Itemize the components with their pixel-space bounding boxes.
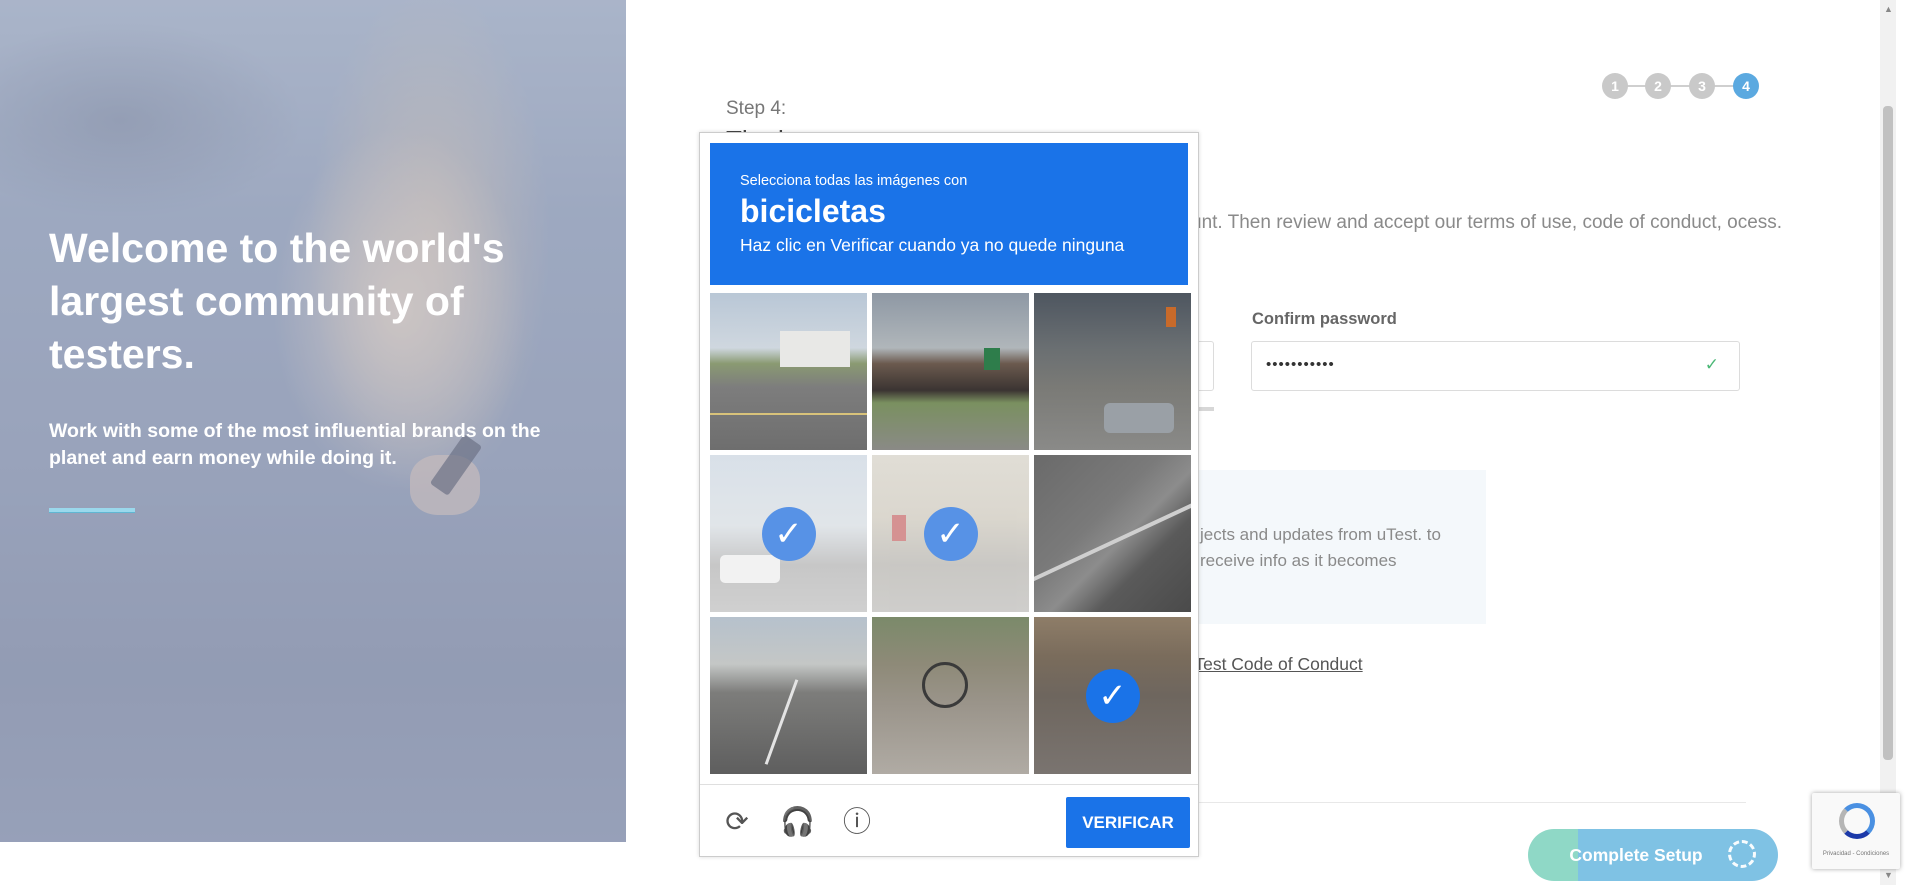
step-3: 3: [1689, 73, 1715, 99]
step-1: 1: [1602, 73, 1628, 99]
valid-check-icon: ✓: [1704, 355, 1719, 374]
captcha-tile-5[interactable]: ✓: [872, 455, 1029, 612]
captcha-tile-2[interactable]: [872, 293, 1029, 450]
complete-setup-label: Complete Setup: [1569, 845, 1703, 865]
scrollbar-thumb[interactable]: [1883, 106, 1893, 760]
scroll-down-icon[interactable]: ▼: [1884, 870, 1893, 880]
complete-setup-button[interactable]: Complete Setup: [1528, 829, 1778, 881]
checked-icon: ✓: [1085, 668, 1140, 723]
captcha-image-grid: ✓ ✓ ✓: [710, 293, 1191, 777]
step-2: 2: [1645, 73, 1671, 99]
loading-spinner-icon: [1728, 840, 1756, 868]
confirm-password-label: Confirm password: [1252, 310, 1397, 328]
verify-button[interactable]: VERIFICAR: [1066, 797, 1190, 848]
captcha-tile-9[interactable]: ✓: [1034, 617, 1191, 774]
info-text: jects and updates from uTest. to receive…: [1200, 525, 1441, 570]
captcha-dialog: Selecciona todas las imágenes con bicicl…: [699, 132, 1199, 857]
reload-icon[interactable]: ⟳: [720, 805, 754, 839]
recaptcha-badge[interactable]: Privacidad - Condiciones: [1812, 793, 1900, 869]
confirm-password-value: •••••••••••: [1266, 356, 1335, 373]
hero-panel: Welcome to the world's largest community…: [0, 0, 626, 842]
info-icon[interactable]: ⓘ: [840, 805, 874, 839]
captcha-tile-8[interactable]: [872, 617, 1029, 774]
selected-check-icon: ✓: [923, 506, 978, 561]
intro-line: unt. Then review and accept our terms of…: [1191, 212, 1783, 233]
headphones-icon[interactable]: 🎧: [780, 805, 815, 839]
code-of-conduct-link[interactable]: uTest Code of Conduct: [1185, 654, 1363, 674]
hero-title: Welcome to the world's largest community…: [49, 225, 505, 377]
captcha-tile-7[interactable]: [710, 617, 867, 774]
recaptcha-logo-icon: [1839, 803, 1875, 839]
recaptcha-badge-text: Privacidad - Condiciones: [1822, 851, 1890, 857]
step-4: 4: [1733, 73, 1759, 99]
selected-check-icon: ✓: [761, 506, 816, 561]
confirm-password-field[interactable]: ••••••••••• ✓: [1251, 341, 1740, 391]
captcha-tile-3[interactable]: [1034, 293, 1191, 450]
captcha-hint: Haz clic en Verificar cuando ya no quede…: [740, 235, 1125, 255]
hero-accent-line: [49, 508, 135, 513]
scroll-up-icon[interactable]: ▲: [1884, 4, 1893, 14]
page-scrollbar[interactable]: ▲ ▼: [1880, 0, 1896, 885]
captcha-tile-6[interactable]: [1034, 455, 1191, 612]
captcha-tile-4[interactable]: ✓: [710, 455, 867, 612]
stepper-bar: [1615, 85, 1745, 87]
captcha-target: bicicletas: [740, 193, 886, 229]
progress-stepper: 1 2 3 4: [1602, 73, 1762, 99]
captcha-footer-divider: [700, 784, 1198, 785]
hero-subtitle: Work with some of the most influential b…: [49, 420, 541, 469]
step-label: Step 4:: [726, 98, 787, 119]
captcha-header: Selecciona todas las imágenes con bicicl…: [710, 143, 1188, 285]
captcha-instruction: Selecciona todas las imágenes con: [740, 173, 968, 189]
captcha-tile-1[interactable]: [710, 293, 867, 450]
